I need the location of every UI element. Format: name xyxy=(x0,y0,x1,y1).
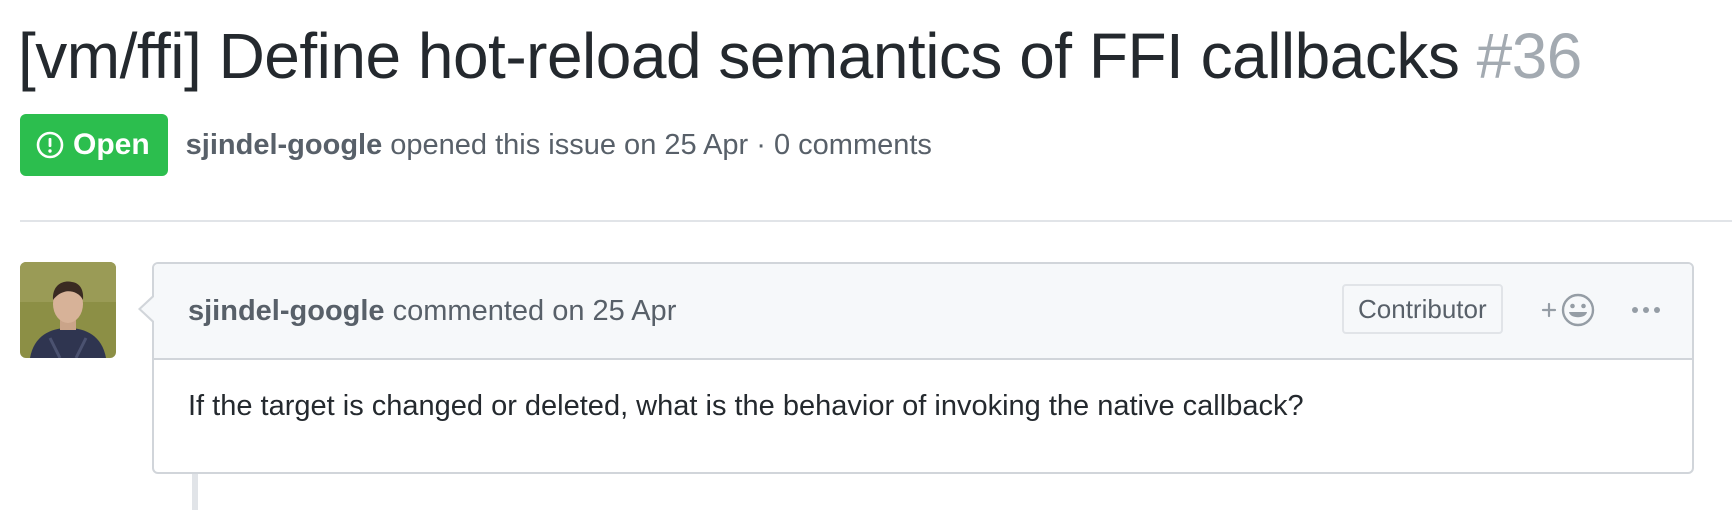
issue-title: [vm/ffi] Define hot-reload semantics of … xyxy=(18,14,1582,98)
header-divider xyxy=(20,220,1732,222)
add-reaction-button[interactable] xyxy=(1538,290,1602,330)
comment-body: If the target is changed or deleted, wha… xyxy=(188,390,1304,422)
issue-author-link[interactable]: sjindel-google xyxy=(186,129,383,161)
comment-box: sjindel-google commented on 25 Apr Contr… xyxy=(138,262,1694,474)
issue-opened-summary: opened this issue on 25 Apr · 0 comments xyxy=(382,128,932,161)
kebab-horizontal-icon xyxy=(1632,307,1660,313)
issue-opened-icon xyxy=(36,131,64,159)
issue-state-badge: Open xyxy=(20,114,168,176)
comment-author-link[interactable]: sjindel-google xyxy=(188,295,385,327)
issue-number: #36 xyxy=(1476,20,1583,92)
contributor-badge: Contributor xyxy=(1342,284,1503,334)
issue-state-label: Open xyxy=(73,128,150,161)
more-options-button[interactable] xyxy=(1626,290,1666,330)
issue-meta: Open sjindel-google opened this issue on… xyxy=(20,114,932,176)
comment-header: sjindel-google commented on 25 Apr Contr… xyxy=(154,264,1692,360)
comment-caret-inner xyxy=(141,296,155,322)
add-reaction-icon xyxy=(1541,293,1595,327)
avatar[interactable] xyxy=(20,262,116,358)
issue-meta-text: sjindel-google opened this issue on 25 A… xyxy=(186,129,932,162)
comment-timestamp[interactable]: commented on 25 Apr xyxy=(385,295,677,327)
timeline-line xyxy=(192,474,198,510)
issue-title-text: [vm/ffi] Define hot-reload semantics of … xyxy=(18,20,1460,92)
comment-header-text: sjindel-google commented on 25 Apr xyxy=(188,292,676,330)
